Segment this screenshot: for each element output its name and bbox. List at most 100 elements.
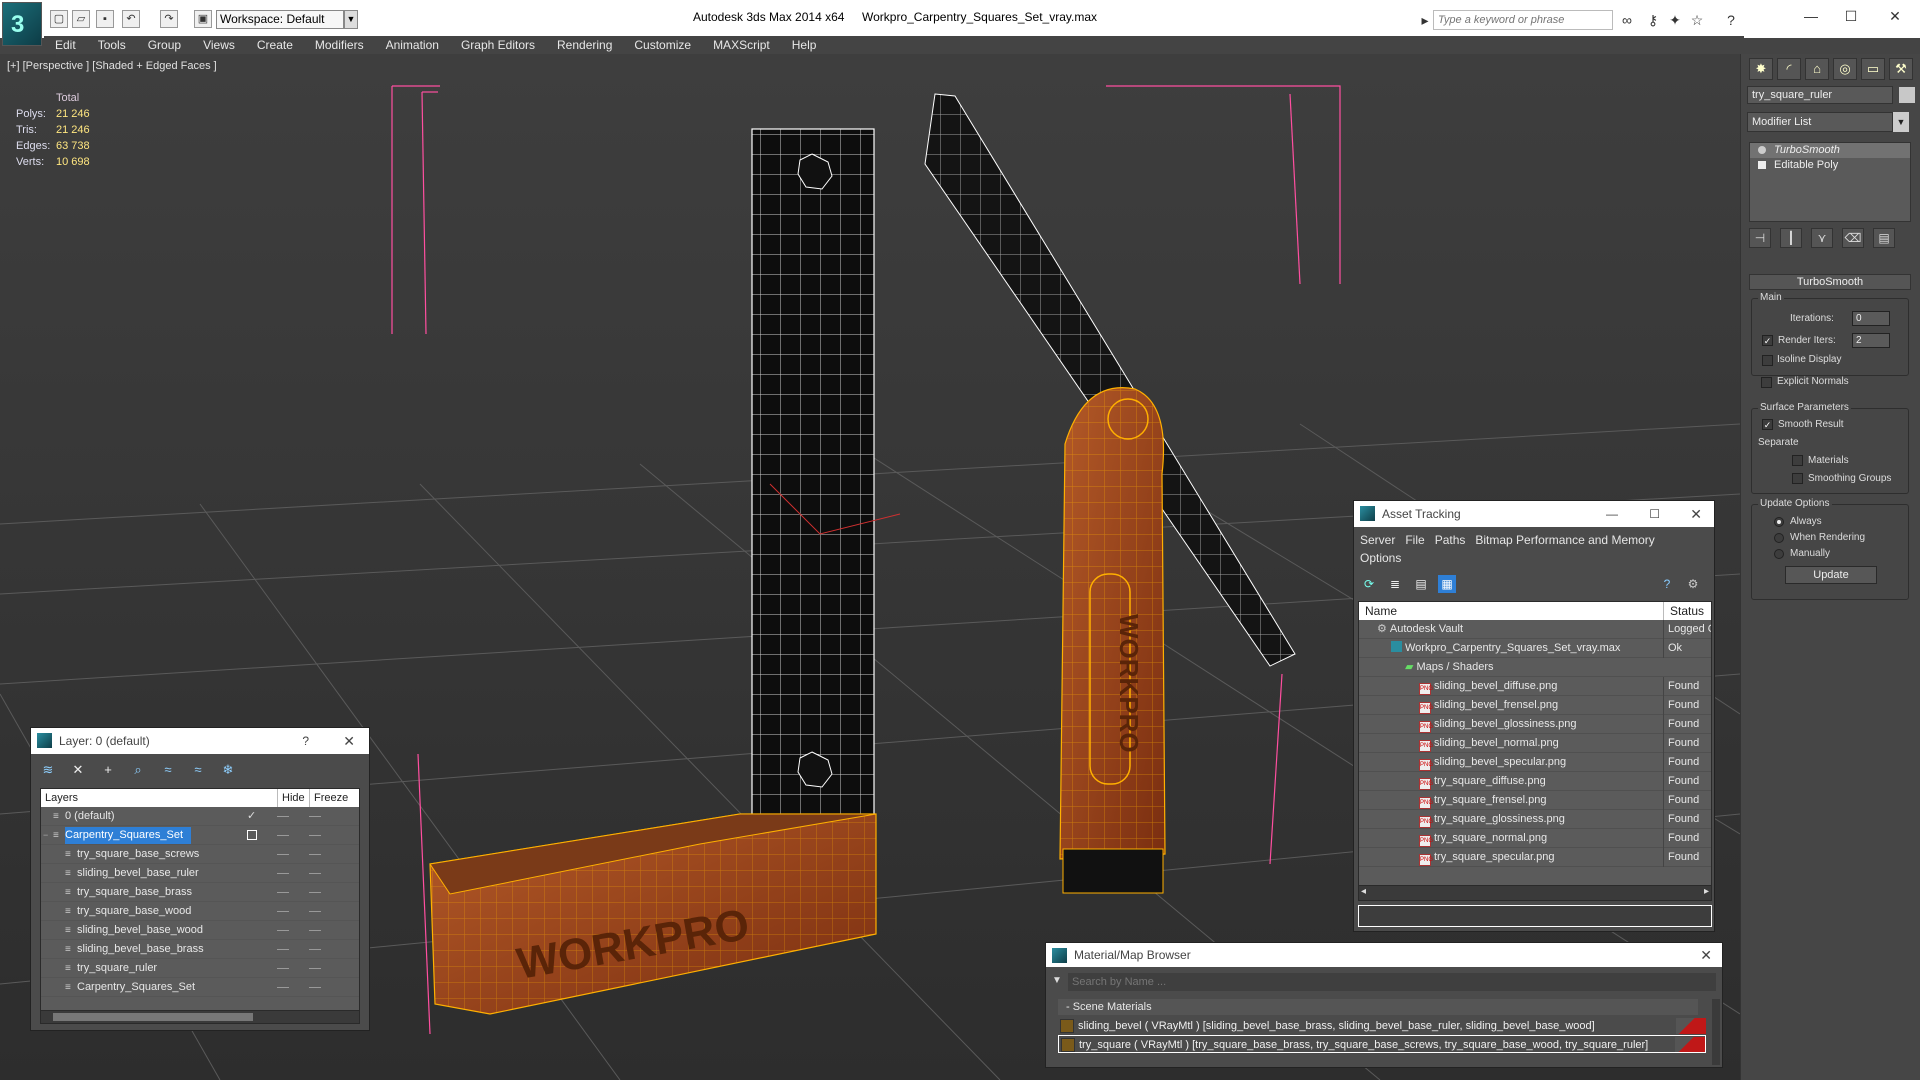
freeze-toggle[interactable] [309, 949, 321, 950]
close-icon[interactable]: ✕ [1880, 6, 1910, 26]
menu-item-graph-editors[interactable]: Graph Editors [450, 36, 546, 54]
manually-radio[interactable] [1774, 549, 1784, 559]
name-column-header[interactable]: Name [1365, 602, 1397, 620]
minimize-icon[interactable]: — [1796, 6, 1826, 26]
workspace-dropdown[interactable]: Workspace: Default [216, 10, 344, 29]
open-file-icon[interactable]: ▱ [72, 10, 90, 28]
menu-item-tools[interactable]: Tools [87, 36, 137, 54]
project-folder-icon[interactable]: ▣ [194, 10, 212, 28]
search-input[interactable] [1433, 10, 1613, 30]
material-row[interactable]: sliding_bevel ( VRayMtl ) [sliding_bevel… [1058, 1017, 1706, 1035]
render-iters-spinner[interactable]: 2 [1852, 333, 1890, 348]
viewport-label[interactable]: [+] [Perspective ] [Shaded + Edged Faces… [7, 60, 217, 72]
explicit-normals-checkbox[interactable] [1761, 377, 1772, 388]
asset-menu-server[interactable]: Server [1360, 533, 1395, 547]
asset-menu-paths[interactable]: Paths [1435, 533, 1466, 547]
hide-toggle[interactable] [277, 949, 289, 950]
asset-path-field[interactable] [1358, 905, 1712, 927]
layer-row[interactable]: ≡ sliding_bevel_base_ruler [41, 864, 359, 883]
asset-horizontal-scrollbar[interactable]: ◂ ▸ [1358, 885, 1712, 901]
layer-row[interactable]: ≡ sliding_bevel_base_brass [41, 940, 359, 959]
expand-arrow-icon[interactable]: ▸ [1416, 12, 1434, 28]
maximize-icon[interactable]: ☐ [1649, 501, 1660, 527]
asset-row[interactable]: Workpro_Carpentry_Squares_Set_vray.max Ok [1359, 639, 1711, 658]
stack-item-turbosmooth[interactable]: TurboSmooth [1750, 143, 1910, 158]
asset-row[interactable]: PNGtry_square_diffuse.png Found [1359, 772, 1711, 791]
browser-options-icon[interactable]: ▼ [1052, 975, 1062, 986]
asset-row[interactable]: PNGtry_square_specular.png Found [1359, 848, 1711, 867]
asset-menu-bitmap-performance-and-memory[interactable]: Bitmap Performance and Memory [1475, 533, 1654, 547]
layer-row[interactable]: ≡ try_square_ruler [41, 959, 359, 978]
freeze-toggle[interactable] [309, 835, 321, 836]
render-iters-checkbox[interactable]: ✓ [1762, 335, 1773, 346]
menu-item-maxscript[interactable]: MAXScript [702, 36, 781, 54]
layer-horizontal-scrollbar[interactable] [40, 1010, 360, 1024]
list-view-icon[interactable]: ≣ [1386, 575, 1404, 593]
motion-tab-icon[interactable]: ◎ [1833, 58, 1857, 80]
turbosmooth-rollout-header[interactable]: TurboSmooth [1749, 274, 1911, 290]
utilities-tab-icon[interactable]: ⚒ [1889, 58, 1913, 80]
expand-box-icon[interactable] [1758, 161, 1766, 169]
material-search-input[interactable] [1068, 973, 1716, 991]
favorites-star-icon[interactable]: ☆ [1688, 12, 1706, 28]
chevron-down-icon[interactable]: ▼ [1893, 112, 1909, 132]
hide-toggle[interactable] [277, 930, 289, 931]
expand-icon[interactable]: − [43, 826, 48, 845]
stack-item-editable-poly[interactable]: Editable Poly [1750, 158, 1910, 173]
hide-toggle[interactable] [277, 854, 289, 855]
freeze-toggle[interactable] [309, 930, 321, 931]
always-radio[interactable] [1774, 517, 1784, 527]
menu-item-modifiers[interactable]: Modifiers [304, 36, 375, 54]
close-icon[interactable]: ✕ [343, 728, 355, 754]
asset-menu-options[interactable]: Options [1360, 551, 1401, 565]
hide-all-layers-icon[interactable]: ≈ [187, 760, 209, 780]
hide-toggle[interactable] [277, 968, 289, 969]
settings-icon[interactable]: ⚙ [1684, 575, 1702, 593]
material-browser-titlebar[interactable]: Material/Map Browser ✕ [1046, 943, 1722, 967]
new-file-icon[interactable]: ▢ [50, 10, 68, 28]
highlight-layer-icon[interactable]: ≈ [157, 760, 179, 780]
add-to-layer-icon[interactable]: + [97, 760, 119, 780]
asset-row[interactable]: ⚙ Autodesk Vault Logged O [1359, 620, 1711, 639]
scroll-thumb[interactable] [53, 1013, 253, 1021]
menu-item-group[interactable]: Group [137, 36, 192, 54]
object-color-swatch[interactable] [1899, 87, 1915, 103]
asset-row[interactable]: PNGsliding_bevel_diffuse.png Found [1359, 677, 1711, 696]
help-icon[interactable]: ? [302, 728, 309, 754]
asset-row[interactable]: PNGsliding_bevel_specular.png Found [1359, 753, 1711, 772]
select-in-layer-icon[interactable]: ⌕ [127, 760, 149, 780]
freeze-toggle[interactable] [309, 968, 321, 969]
menu-item-create[interactable]: Create [246, 36, 304, 54]
layer-row[interactable]: ≡ try_square_base_wood [41, 902, 359, 921]
asset-row[interactable]: PNGsliding_bevel_frensel.png Found [1359, 696, 1711, 715]
show-end-result-icon[interactable]: ┃ [1780, 228, 1802, 248]
communication-center-icon[interactable]: ✦ [1666, 12, 1684, 28]
asset-row[interactable]: PNGtry_square_glossiness.png Found [1359, 810, 1711, 829]
hide-column-header[interactable]: Hide [277, 789, 305, 807]
freeze-toggle[interactable] [309, 816, 321, 817]
when-rendering-radio[interactable] [1774, 533, 1784, 543]
update-button[interactable]: Update [1785, 566, 1877, 584]
current-layer-check-icon[interactable]: ✓ [247, 807, 256, 826]
hide-toggle[interactable] [277, 835, 289, 836]
hide-toggle[interactable] [277, 987, 289, 988]
layers-column-header[interactable]: Layers [45, 789, 78, 807]
asset-row[interactable]: ▰ Maps / Shaders [1359, 658, 1711, 677]
menu-item-views[interactable]: Views [192, 36, 246, 54]
hide-toggle[interactable] [277, 892, 289, 893]
display-tab-icon[interactable]: ▭ [1861, 58, 1885, 80]
asset-row[interactable]: PNGsliding_bevel_glossiness.png Found [1359, 715, 1711, 734]
app-menu-logo-icon[interactable]: 3 [2, 2, 42, 46]
thumbnail-view-icon[interactable]: ▤ [1412, 575, 1430, 593]
layer-row[interactable]: ≡ 0 (default) ✓ [41, 807, 359, 826]
save-file-icon[interactable]: ▪ [96, 10, 114, 28]
create-layer-icon[interactable]: ≋ [37, 760, 59, 780]
status-column-header[interactable]: Status [1663, 602, 1704, 620]
table-view-icon[interactable]: ▦ [1438, 575, 1456, 593]
smooth-result-checkbox[interactable]: ✓ [1762, 419, 1773, 430]
scene-materials-header[interactable]: - Scene Materials [1058, 999, 1698, 1015]
layer-row[interactable]: ≡ try_square_base_brass [41, 883, 359, 902]
create-tab-icon[interactable]: ✸ [1749, 58, 1773, 80]
menu-item-animation[interactable]: Animation [375, 36, 450, 54]
layer-row[interactable]: ≡ sliding_bevel_base_wood [41, 921, 359, 940]
